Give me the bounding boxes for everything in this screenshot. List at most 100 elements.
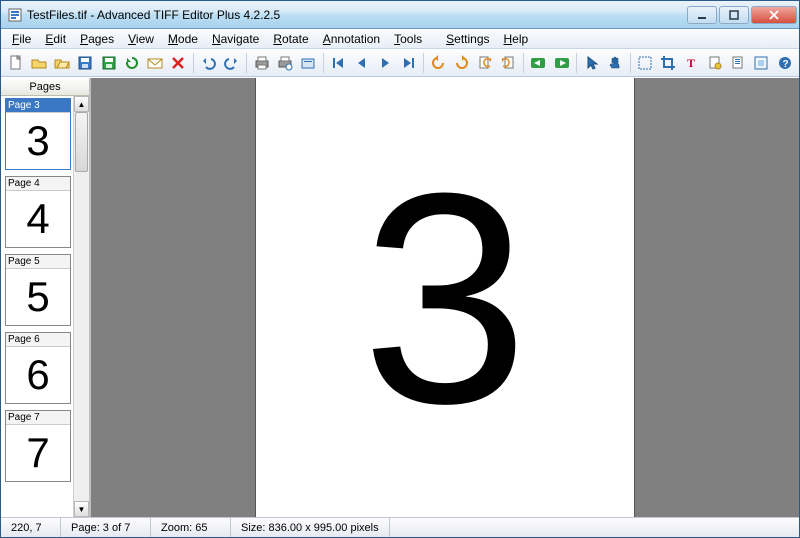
thumbnail-label: Page 5 [6,255,70,269]
minimize-button[interactable] [687,6,717,24]
toolbar: T? [1,49,799,77]
toolbar-separator [323,53,324,73]
scan-icon [300,55,316,71]
thumbnail[interactable]: Page 55 [5,254,71,326]
hand-button[interactable] [604,52,625,74]
print-icon [254,55,270,71]
canvas-area[interactable]: 3 [91,78,799,517]
thumbnail[interactable]: Page 66 [5,332,71,404]
pages-panel-header: Pages [1,78,89,96]
statusbar: 220, 7 Page: 3 of 7 Zoom: 65 Size: 836.0… [1,517,799,537]
thumbnail-content: 6 [6,347,70,403]
page-right-icon [500,55,516,71]
prev-button[interactable] [351,52,372,74]
select-area-button[interactable] [635,52,656,74]
properties-button[interactable] [728,52,749,74]
app-window: TestFiles.tif - Advanced TIFF Editor Plu… [0,0,800,538]
fit-button[interactable] [751,52,772,74]
menu-settings[interactable]: Settings [439,30,496,48]
menu-help[interactable]: Help [497,30,536,48]
menu-tools[interactable]: Tools [387,30,429,48]
page-content: 3 [362,148,529,448]
maximize-button[interactable] [719,6,749,24]
redo-icon [224,55,240,71]
rotate-left-button[interactable] [428,52,449,74]
help-icon: ? [777,55,793,71]
close-button[interactable] [751,6,797,24]
scroll-down-button[interactable]: ▼ [74,501,89,517]
page-view: 3 [255,78,635,517]
menu-view[interactable]: View [121,30,161,48]
go-back-button[interactable] [528,52,549,74]
print-button[interactable] [251,52,272,74]
scroll-up-button[interactable]: ▲ [74,96,89,112]
rotate-right-icon [454,55,470,71]
go-forward-button[interactable] [551,52,572,74]
toolbar-separator [576,53,577,73]
rotate-right-button[interactable] [451,52,472,74]
last-button[interactable] [398,52,419,74]
pointer-button[interactable] [581,52,602,74]
crop-icon [660,55,676,71]
delete-button[interactable] [168,52,189,74]
new-icon [8,55,24,71]
open-button[interactable] [28,52,49,74]
page-left-button[interactable] [474,52,495,74]
fit-icon [753,55,769,71]
mail-button[interactable] [144,52,165,74]
thumbnail[interactable]: Page 77 [5,410,71,482]
properties-icon [730,55,746,71]
menu-navigate[interactable]: Navigate [205,30,266,48]
text-tool-icon: T [684,55,700,71]
print-preview-button[interactable] [275,52,296,74]
save-icon [77,55,93,71]
next-button[interactable] [374,52,395,74]
mail-icon [147,55,163,71]
status-zoom: Zoom: 65 [151,518,231,537]
revert-button[interactable] [121,52,142,74]
menubar: FileEditPagesViewModeNavigateRotateAnnot… [1,29,799,49]
menu-rotate[interactable]: Rotate [266,30,315,48]
go-back-icon [530,55,546,71]
text-tool-button[interactable]: T [681,52,702,74]
menu-edit[interactable]: Edit [38,30,73,48]
go-forward-icon [554,55,570,71]
scroll-track[interactable] [74,112,89,501]
menu-file[interactable]: File [5,30,38,48]
thumbnails-scrollbar[interactable]: ▲ ▼ [73,96,89,517]
thumbnails-container: Page 33Page 44Page 55Page 66Page 77 [1,96,73,517]
page-right-button[interactable] [498,52,519,74]
menu-annotation[interactable]: Annotation [316,30,387,48]
open-folder-icon [54,55,70,71]
thumbnail[interactable]: Page 44 [5,176,71,248]
window-controls [685,6,797,24]
pages-panel: Pages Page 33Page 44Page 55Page 66Page 7… [1,78,91,517]
scan-button[interactable] [298,52,319,74]
rotate-left-icon [430,55,446,71]
help-button[interactable]: ? [774,52,795,74]
thumbnail[interactable]: Page 33 [5,98,71,170]
crop-button[interactable] [658,52,679,74]
thumbnail-content: 5 [6,269,70,325]
save-as-button[interactable] [98,52,119,74]
undo-button[interactable] [198,52,219,74]
toolbar-separator [630,53,631,73]
new-button[interactable] [5,52,26,74]
thumbnail-label: Page 3 [6,99,70,113]
status-coords: 220, 7 [1,518,61,537]
first-button[interactable] [328,52,349,74]
toolbar-separator [246,53,247,73]
open-folder-button[interactable] [51,52,72,74]
menu-pages[interactable]: Pages [73,30,121,48]
thumbnail-content: 7 [6,425,70,481]
redo-button[interactable] [221,52,242,74]
status-page: Page: 3 of 7 [61,518,151,537]
save-button[interactable] [75,52,96,74]
menu-mode[interactable]: Mode [161,30,205,48]
pages-list: Page 33Page 44Page 55Page 66Page 77 ▲ ▼ [1,96,89,517]
revert-icon [124,55,140,71]
stamp-button[interactable] [704,52,725,74]
scroll-thumb[interactable] [75,112,88,172]
app-icon [7,7,23,23]
svg-text:?: ? [782,59,788,70]
